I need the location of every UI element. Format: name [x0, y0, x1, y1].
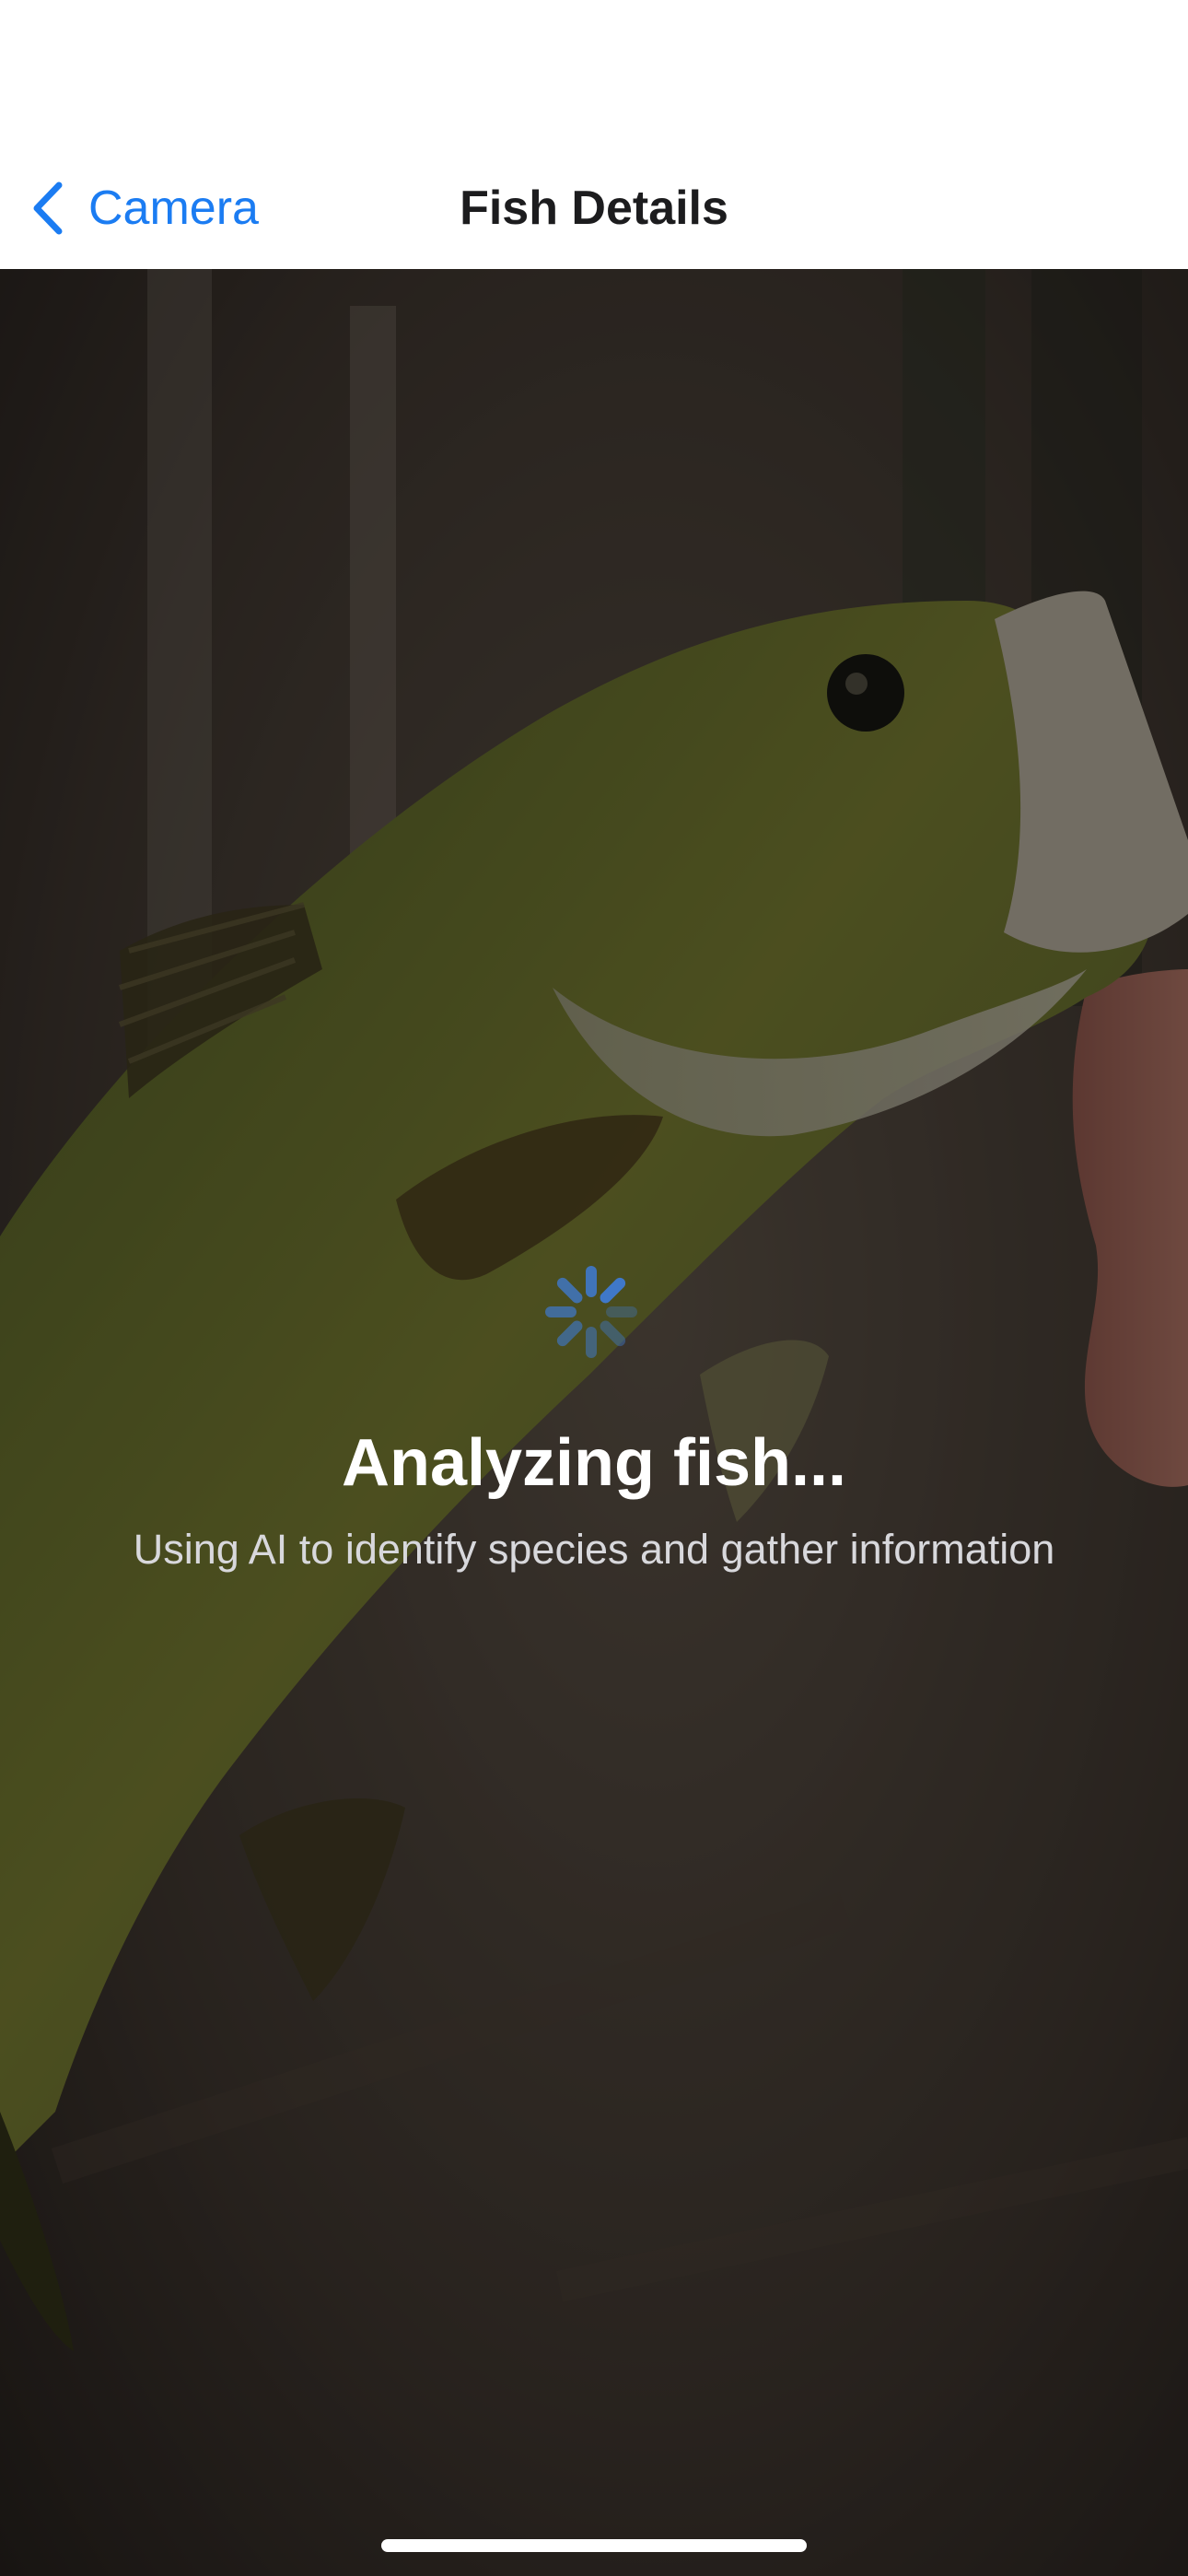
navigation-bar: Camera Fish Details	[0, 0, 1188, 269]
spinner-spoke	[556, 1277, 583, 1304]
loading-title: Analyzing fish...	[341, 1426, 847, 1500]
loading-subtitle: Using AI to identify species and gather …	[133, 1526, 1055, 1573]
activity-spinner-icon	[543, 1264, 639, 1360]
spinner-spoke	[600, 1277, 626, 1304]
home-indicator[interactable]	[381, 2539, 807, 2552]
spinner-spoke	[600, 1320, 626, 1347]
page-title: Fish Details	[460, 181, 728, 235]
spinner-spoke	[556, 1320, 583, 1347]
fish-details-screen: Camera Fish Details Analyzing fish... Us…	[0, 0, 1188, 2576]
